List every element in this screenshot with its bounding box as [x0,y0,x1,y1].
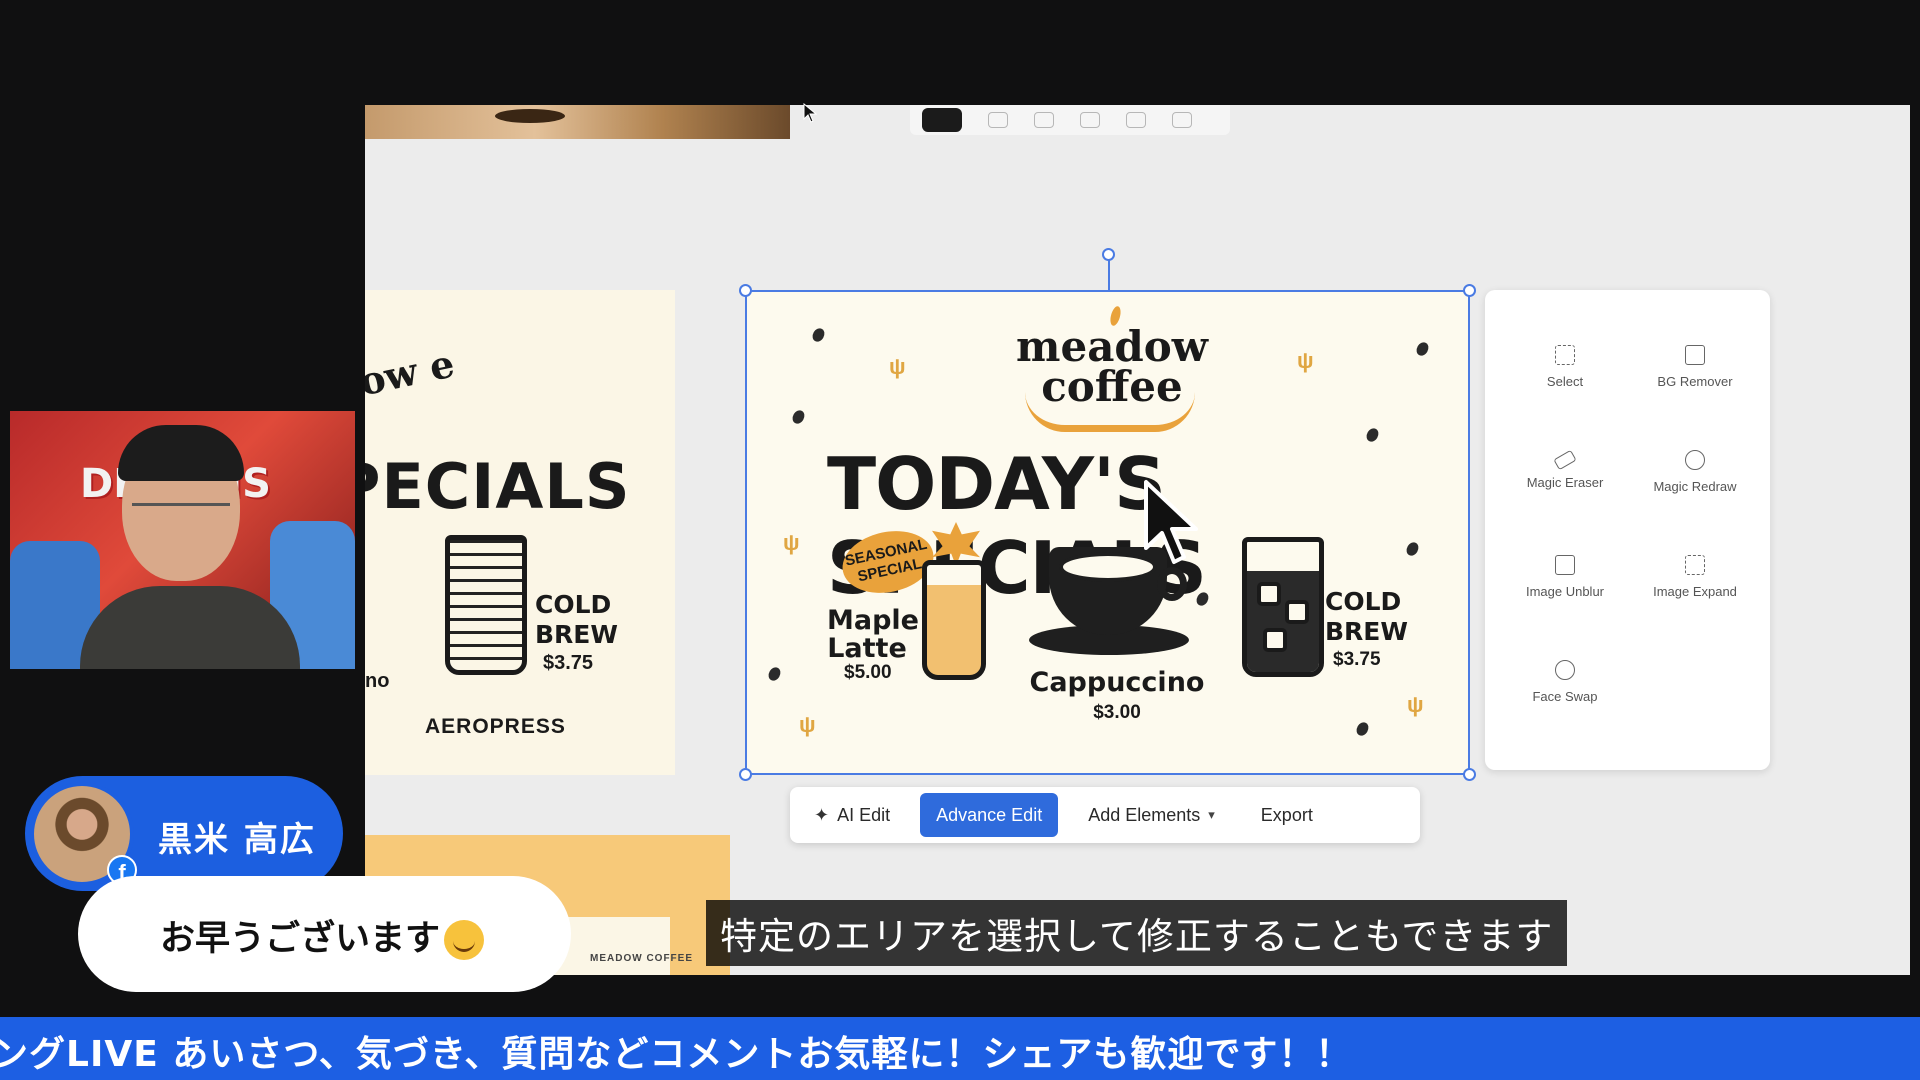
cappuccino-name: Cappuccino [1029,667,1205,698]
presenter-torso [80,586,300,669]
left-card-glass-illustration [445,535,527,675]
bottom-ticker: ングLIVE あいさつ、気づき、質問などコメントお気軽に！シェアも歓迎です！！ [0,1017,1920,1080]
cold-brew-name: COLD BREW [1325,587,1408,646]
add-elements-button[interactable]: Add Elements ▾ [1072,793,1231,837]
latte-price: $5.00 [844,662,892,683]
presenter-glasses [132,503,230,525]
cold-brew-price: $3.75 [1333,649,1381,670]
cold-brew-glass-illustration [1242,537,1324,677]
tool-label: BG Remover [1657,374,1733,389]
comment-text-row: お早うございます [160,910,485,961]
sparkle-icon: ✦ [814,804,830,825]
advance-edit-button[interactable]: Advance Edit [920,793,1059,837]
lower-card-label: MEADOW COFFEE [590,953,693,964]
tool-magic-redraw[interactable]: Magic Redraw [1635,450,1755,494]
left-card-item-price: $3.75 [543,652,594,674]
chevron-down-icon: ▾ [1208,807,1215,822]
latte-glass-illustration [922,560,986,680]
ai-edit-label: AI Edit [837,804,891,825]
eraser-icon [1553,449,1577,471]
tool-label: Image Expand [1653,584,1737,599]
rotate-line [1108,260,1110,292]
cappuccino-price: $3.00 [1093,702,1141,723]
tool-magic-eraser[interactable]: Magic Eraser [1505,449,1625,490]
rotate-handle[interactable] [1102,248,1115,261]
tool-label: Image Unblur [1525,584,1605,599]
shared-screen: ow e PECIALS COLD BREW $3.75 AEROPRESS n… [365,105,1910,975]
left-design-card[interactable]: ow e PECIALS COLD BREW $3.75 AEROPRESS n… [365,290,675,775]
resize-handle-bottom-right[interactable] [1463,768,1476,781]
smile-emoji-icon [444,920,485,960]
bean-decoration [790,408,807,426]
frame-button[interactable] [1126,112,1146,128]
export-label: Export [1260,804,1313,825]
sprig-decoration: ψ [1407,692,1424,717]
redraw-icon [1685,450,1705,470]
selected-design-card[interactable]: ψ ψ ψ ψ ψ meadow coffee TODAY'S SPECIALS… [739,248,1476,781]
brand-smile-mark [1025,392,1195,432]
pointer-tool-button[interactable] [922,108,962,132]
sprig-decoration: ψ [783,530,800,555]
cup-handle [1157,567,1187,601]
latte-name: Maple Latte [827,605,919,664]
bean-decoration [766,665,783,683]
left-card-partial-text: no [365,670,390,692]
tool-label: Magic Eraser [1526,475,1604,490]
zoom-in-button[interactable] [1034,112,1054,128]
zoom-out-button[interactable] [1080,112,1100,128]
tool-label: Magic Redraw [1653,479,1737,494]
ticker-text: ングLIVE あいさつ、気づき、質問などコメントお気軽に！シェアも歓迎です！！ [0,1034,1353,1075]
top-photo-strip [365,105,790,139]
expand-icon [1685,555,1705,575]
comment-text: お早うございます [160,919,441,959]
sprig-decoration: ψ [1297,348,1314,373]
bean-decoration [1414,340,1431,358]
hand-tool-button[interactable] [988,112,1008,128]
tool-face-swap[interactable]: Face Swap [1505,660,1625,704]
face-swap-icon [1555,660,1575,680]
small-cursor-icon [803,102,818,128]
presenter-name: 黒米 高広 [158,820,316,860]
bg-remover-icon [1685,345,1705,365]
presenter-hair [118,425,244,481]
left-card-item-name: COLD BREW [535,590,618,649]
unblur-icon [1555,555,1575,575]
tool-label: Face Swap [1532,689,1598,704]
bean-decoration [810,326,827,344]
tool-bg-remover[interactable]: BG Remover [1635,345,1755,389]
sprig-decoration: ψ [889,354,906,379]
tool-image-unblur[interactable]: Image Unblur [1505,555,1625,599]
top-toolbar [910,105,1230,135]
add-elements-label: Add Elements [1088,804,1201,825]
presenter-webcam: DREAMS [10,411,355,669]
tool-select[interactable]: Select [1505,345,1625,389]
advance-edit-label: Advance Edit [936,804,1043,825]
edit-tools-panel: Select BG Remover Magic Eraser Magic Red… [1485,290,1770,770]
tool-label: Select [1546,374,1584,389]
left-card-title: PECIALS [365,450,631,523]
subtitle-caption: 特定のエリアを選択して修正することもできます [706,900,1568,966]
export-button[interactable]: Export [1245,793,1329,837]
left-card-script: ow e [365,340,459,405]
left-card-footer: AEROPRESS [425,715,566,738]
resize-handle-bottom-left[interactable] [739,768,752,781]
ai-edit-button[interactable]: ✦ AI Edit [798,793,906,837]
resize-handle-top-left[interactable] [739,284,752,297]
resize-handle-top-right[interactable] [1463,284,1476,297]
layers-button[interactable] [1172,112,1192,128]
card-action-bar: ✦ AI Edit Advance Edit Add Elements ▾ Ex… [790,787,1420,843]
tool-image-expand[interactable]: Image Expand [1635,555,1755,599]
sprig-decoration: ψ [799,712,816,737]
stream-canvas: ow e PECIALS COLD BREW $3.75 AEROPRESS n… [0,0,1920,1080]
bean-decoration [1354,720,1371,738]
brand-line-1: meadow [1016,322,1208,371]
select-icon [1555,345,1575,365]
